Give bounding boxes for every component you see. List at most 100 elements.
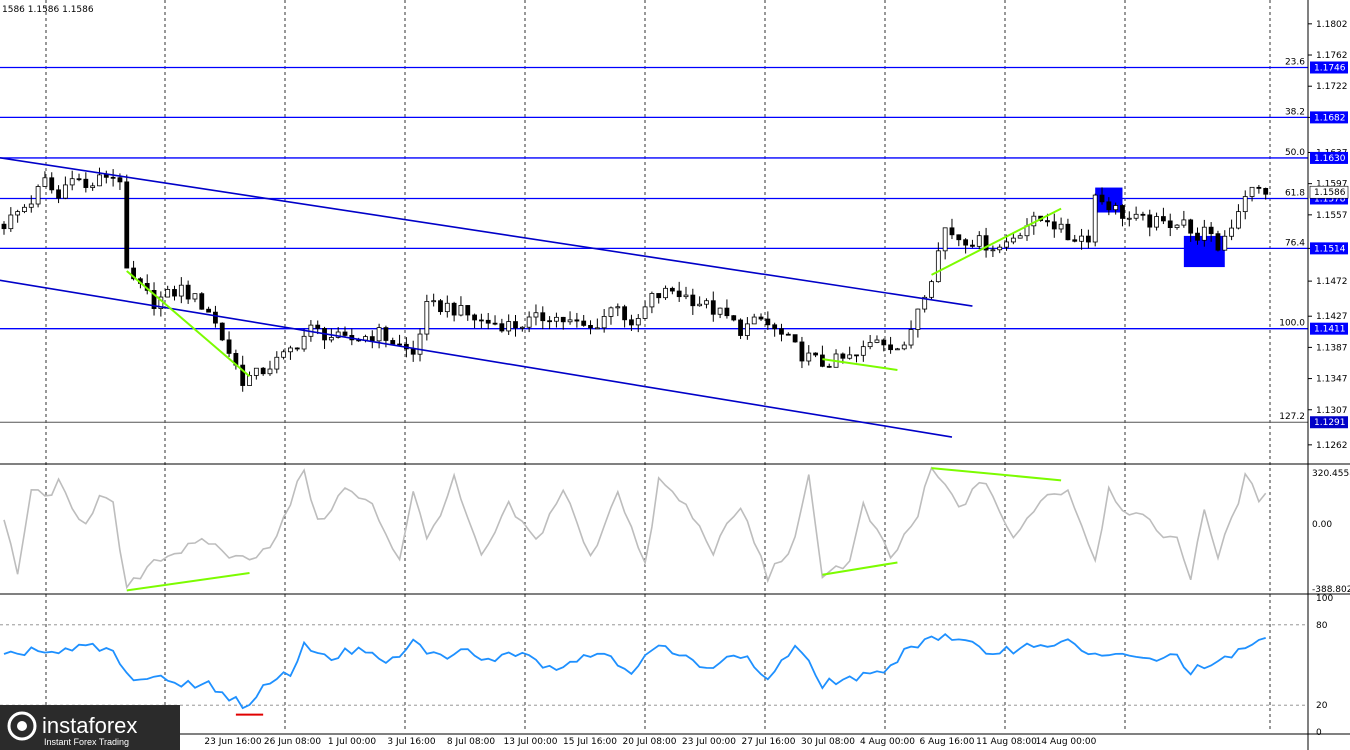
candle-body bbox=[622, 306, 628, 321]
price-tick-label: 1.1762 bbox=[1316, 51, 1348, 61]
candle-body bbox=[758, 316, 764, 320]
cci-line bbox=[3, 466, 1267, 590]
candle-body bbox=[410, 348, 416, 355]
rsi-tick-label: 80 bbox=[1316, 621, 1328, 631]
cci-divergence-line bbox=[931, 467, 1062, 482]
candle-body bbox=[1242, 196, 1248, 213]
fib-level-pct: 127.2 bbox=[1279, 412, 1305, 422]
candle-body bbox=[669, 287, 675, 292]
candle-body bbox=[76, 178, 82, 181]
time-tick-label: 30 Jul 08:00 bbox=[801, 737, 855, 747]
candle-body bbox=[744, 323, 750, 336]
candle-body bbox=[826, 365, 832, 368]
candle-body bbox=[83, 178, 89, 188]
chart-canvas: 23.6 38.2 50.0 61.8 76.4 100.0 127.2 1.1802 1.1… bbox=[0, 0, 1350, 750]
candle-body bbox=[117, 177, 123, 183]
time-tick-label: 6 Aug 16:00 bbox=[920, 737, 975, 747]
price-tick-label: 1.1557 bbox=[1316, 211, 1348, 221]
candle-body bbox=[751, 316, 757, 325]
cci-tick-label: 320.4558 bbox=[1312, 469, 1350, 479]
price-tick-label: 1.1427 bbox=[1316, 312, 1348, 322]
cci-panel bbox=[3, 466, 1267, 592]
fib-price-label: 1.1514 bbox=[1314, 244, 1346, 254]
candle-body bbox=[1017, 235, 1023, 239]
candle-body bbox=[219, 322, 225, 341]
candle-body bbox=[1099, 194, 1105, 203]
candle-body bbox=[1174, 224, 1180, 229]
candle-body bbox=[62, 184, 68, 199]
candle-body bbox=[915, 308, 921, 330]
fib-level-pct: 23.6 bbox=[1285, 57, 1305, 67]
time-tick-label: 14 Aug 00:00 bbox=[1036, 737, 1097, 747]
candle-body bbox=[588, 325, 593, 329]
candle-body bbox=[1256, 186, 1262, 189]
candle-body bbox=[90, 185, 96, 188]
candle-body bbox=[506, 321, 512, 332]
fib-price-label: 1.1746 bbox=[1314, 63, 1346, 73]
candle-body bbox=[192, 293, 198, 300]
candle-body bbox=[431, 300, 437, 303]
candle-body bbox=[1045, 220, 1050, 223]
last-price-label: 1.1586 bbox=[1314, 188, 1346, 198]
candle-body bbox=[1051, 221, 1057, 230]
candle-body bbox=[110, 176, 116, 179]
cci-divergence-line bbox=[126, 571, 250, 592]
candle-body bbox=[840, 353, 846, 359]
candle-body bbox=[1126, 217, 1132, 220]
candle-body bbox=[642, 306, 648, 319]
candle-body bbox=[56, 189, 61, 199]
candle-body bbox=[342, 331, 348, 336]
divergence-line bbox=[931, 207, 1062, 276]
candle-body bbox=[847, 354, 853, 359]
candle-body bbox=[908, 329, 914, 346]
time-tick-label: 27 Jul 16:00 bbox=[742, 737, 796, 747]
price-tick-label: 1.1262 bbox=[1316, 441, 1348, 451]
fib-price-label: 1.1630 bbox=[1314, 154, 1346, 164]
candle-body bbox=[724, 307, 730, 317]
brand-name: instaforex bbox=[42, 713, 137, 738]
candle-body bbox=[1181, 219, 1187, 226]
candle-body bbox=[267, 368, 273, 375]
candle-body bbox=[206, 308, 212, 313]
candle-body bbox=[376, 327, 382, 342]
fib-level-pct: 61.8 bbox=[1285, 188, 1305, 198]
candle-body bbox=[779, 328, 784, 335]
candle-body bbox=[288, 347, 293, 353]
candle-body bbox=[1092, 194, 1098, 243]
candle-body bbox=[901, 344, 907, 350]
candle-body bbox=[656, 293, 662, 299]
candle-body bbox=[601, 315, 607, 329]
candle-body bbox=[1140, 213, 1146, 216]
candle-body bbox=[178, 284, 184, 297]
candle-body bbox=[731, 315, 737, 321]
candle-body bbox=[458, 305, 464, 316]
candle-body bbox=[451, 302, 457, 316]
candle-body bbox=[49, 177, 55, 191]
time-tick-label: 4 Aug 00:00 bbox=[860, 737, 915, 747]
chart-root: 23.6 38.2 50.0 61.8 76.4 100.0 127.2 1.1802 1.1… bbox=[0, 0, 1350, 750]
rsi-panel bbox=[0, 624, 1308, 716]
time-tick-label: 1 Jul 00:00 bbox=[328, 737, 377, 747]
candle-body bbox=[417, 333, 423, 355]
time-tick-label: 23 Jul 00:00 bbox=[682, 737, 736, 747]
candle-body bbox=[860, 346, 866, 356]
fib-levels: 23.6 38.2 50.0 61.8 76.4 100.0 127.2 bbox=[0, 57, 1308, 423]
candles bbox=[1, 167, 1269, 392]
candle-body bbox=[929, 281, 934, 298]
candle-body bbox=[615, 306, 621, 309]
fib-level-pct: 38.2 bbox=[1285, 107, 1305, 117]
candle-body bbox=[813, 352, 818, 356]
candle-body bbox=[22, 206, 27, 213]
time-tick-label: 23 Jun 16:00 bbox=[204, 737, 261, 747]
candle-body bbox=[28, 203, 34, 208]
candle-body bbox=[1167, 220, 1173, 229]
candle-body bbox=[1106, 201, 1112, 211]
candle-body bbox=[226, 339, 232, 354]
price-tick-label: 1.1722 bbox=[1316, 82, 1348, 92]
candle-body bbox=[328, 337, 334, 341]
candle-body bbox=[594, 327, 600, 330]
candle-body bbox=[1147, 214, 1153, 228]
candle-body bbox=[935, 250, 941, 283]
candle-body bbox=[1079, 235, 1084, 242]
candle-body bbox=[956, 234, 962, 241]
